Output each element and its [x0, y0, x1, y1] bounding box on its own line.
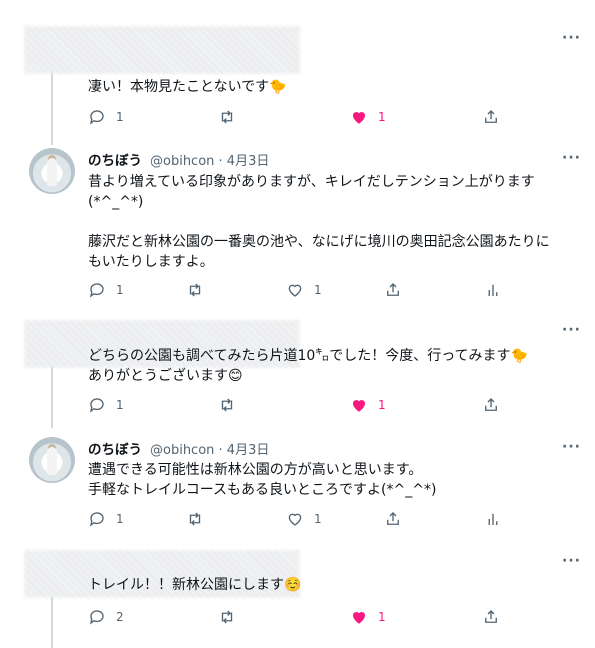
tweet-actions: 1 1 — [88, 281, 508, 301]
handle-and-date[interactable]: @obihcon · 4月3日 — [150, 439, 269, 458]
display-name[interactable]: のちぼう — [88, 149, 142, 169]
reply-button[interactable]: 2 — [88, 608, 124, 626]
retweet-button[interactable] — [218, 608, 236, 626]
blurred-user-header — [24, 26, 300, 74]
tweet-actions: 1 1 — [88, 510, 508, 530]
reply-button[interactable]: 1 — [88, 510, 124, 528]
retweet-button[interactable] — [218, 108, 236, 126]
like-count: 1 — [314, 283, 322, 297]
like-count: 1 — [314, 512, 322, 526]
retweet-button[interactable] — [186, 281, 204, 299]
more-options-button[interactable]: ··· — [562, 30, 581, 46]
like-count: 1 — [378, 398, 386, 412]
share-icon — [485, 610, 497, 623]
more-options-button[interactable]: ··· — [562, 439, 581, 455]
reply-count: 2 — [116, 610, 124, 624]
share-button[interactable] — [384, 281, 402, 299]
like-count: 1 — [378, 610, 386, 624]
like-button[interactable]: 1 — [350, 396, 386, 414]
heart-filled-icon — [352, 399, 366, 412]
reply-count: 1 — [116, 398, 124, 412]
like-button[interactable]: 1 — [286, 281, 322, 299]
reply-icon — [89, 110, 104, 125]
share-button[interactable] — [384, 510, 402, 528]
reply-icon — [89, 283, 104, 298]
share-icon — [485, 110, 497, 123]
analytics-button[interactable] — [484, 281, 502, 299]
share-button[interactable] — [482, 108, 500, 126]
retweet-icon — [189, 283, 201, 297]
analytics-icon — [488, 284, 498, 296]
reply-count: 1 — [116, 110, 124, 124]
heart-filled-icon — [352, 111, 366, 124]
share-button[interactable] — [482, 396, 500, 414]
analytics-icon — [488, 513, 498, 525]
thread-line — [51, 70, 53, 145]
share-icon — [387, 512, 399, 525]
tweet-text: 昔より増えている印象がありますが、キレイだしテンション上がります (*^_^*)… — [88, 174, 550, 270]
thread-line — [51, 596, 53, 648]
like-button[interactable]: 1 — [350, 108, 386, 126]
tweet-text: 遭遇できる可能性は新林公園の方が高いと思います。 手軽なトレイルコースもある良い… — [88, 462, 437, 498]
handle-and-date[interactable]: @obihcon · 4月3日 — [150, 150, 269, 169]
heart-icon — [288, 513, 302, 526]
avatar[interactable] — [29, 148, 75, 194]
retweet-button[interactable] — [218, 396, 236, 414]
heart-filled-icon — [352, 611, 366, 624]
tweet-text: どちらの公園も調べてみたら片道10㌔でした！今度、行ってみます🐤 ありがとうござ… — [88, 348, 528, 384]
retweet-icon — [221, 110, 233, 124]
tweet-actions: 1 1 — [88, 396, 508, 416]
more-options-button[interactable]: ··· — [562, 553, 581, 569]
share-button[interactable] — [482, 608, 500, 626]
like-count: 1 — [378, 110, 386, 124]
tweet-text: トレイル！！新林公園にします☺️ — [88, 577, 302, 593]
tweet-actions: 2 1 — [88, 608, 508, 628]
retweet-icon — [189, 512, 201, 526]
thread-line — [51, 366, 53, 428]
display-name[interactable]: のちぼう — [88, 438, 142, 458]
reply-icon — [89, 610, 104, 625]
like-button[interactable]: 1 — [286, 510, 322, 528]
reply-button[interactable]: 1 — [88, 396, 124, 414]
reply-count: 1 — [116, 283, 124, 297]
retweet-icon — [221, 398, 233, 412]
retweet-button[interactable] — [186, 510, 204, 528]
tweet-text: 凄い！本物見たことないです🐤 — [88, 79, 287, 95]
tweet-actions: 1 1 — [88, 108, 508, 128]
share-icon — [387, 283, 399, 296]
reply-button[interactable]: 1 — [88, 281, 124, 299]
share-icon — [485, 398, 497, 411]
reply-button[interactable]: 1 — [88, 108, 124, 126]
reply-count: 1 — [116, 512, 124, 526]
like-button[interactable]: 1 — [350, 608, 386, 626]
heart-icon — [288, 284, 302, 297]
reply-icon — [89, 398, 104, 413]
more-options-button[interactable]: ··· — [562, 150, 581, 166]
avatar[interactable] — [29, 437, 75, 483]
more-options-button[interactable]: ··· — [562, 322, 581, 338]
retweet-icon — [221, 610, 233, 624]
analytics-button[interactable] — [484, 510, 502, 528]
reply-icon — [89, 512, 104, 527]
